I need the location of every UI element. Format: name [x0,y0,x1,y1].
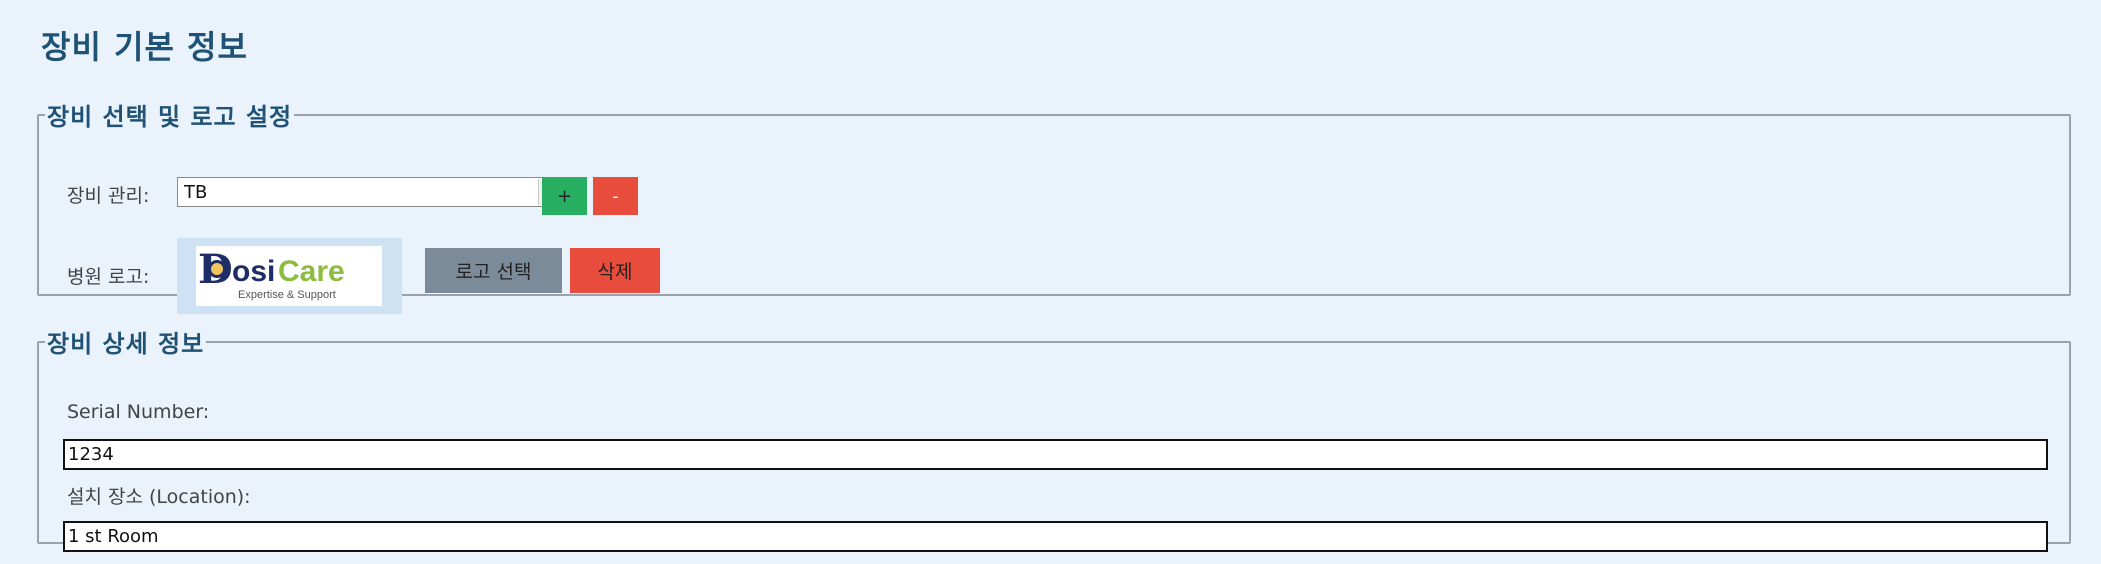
equipment-detail-group: 장비 상세 정보 Serial Number: 1234 설치 장소 (Loca… [37,324,2071,552]
logo-text-osi: osi [232,255,276,288]
add-equipment-button[interactable]: + [542,177,587,215]
logo-tagline: Expertise & Support [238,289,336,301]
page-title: 장비 기본 정보 [41,28,248,66]
equipment-select[interactable]: TB [177,177,561,207]
location-input[interactable]: 1 st Room [63,521,2048,552]
hospital-logo-label: 병원 로고: [67,266,150,288]
equipment-logo-group: 장비 선택 및 로고 설정 장비 관리: TB + - 병원 로고: D osi… [37,97,2071,314]
hospital-logo-preview: D osi Care Expertise & Support [177,238,402,314]
serial-number-label: Serial Number: [67,401,210,423]
equipment-manage-label: 장비 관리: [67,185,150,207]
logo-text-care: Care [278,255,345,288]
dosicare-logo: D osi Care Expertise & Support [196,246,382,306]
radiation-icon [208,260,226,278]
equipment-select-value: TB [184,182,208,203]
equipment-logo-group-legend: 장비 선택 및 로고 설정 [47,103,293,131]
serial-number-input[interactable]: 1234 [63,439,2048,470]
select-logo-button[interactable]: 로고 선택 [425,248,562,293]
equipment-detail-group-legend: 장비 상세 정보 [47,330,205,358]
delete-logo-button[interactable]: 삭제 [570,248,660,293]
remove-equipment-button[interactable]: - [593,177,638,215]
location-label: 설치 장소 (Location): [67,486,251,508]
serial-number-value: 1234 [68,444,114,465]
location-value: 1 st Room [68,526,159,547]
